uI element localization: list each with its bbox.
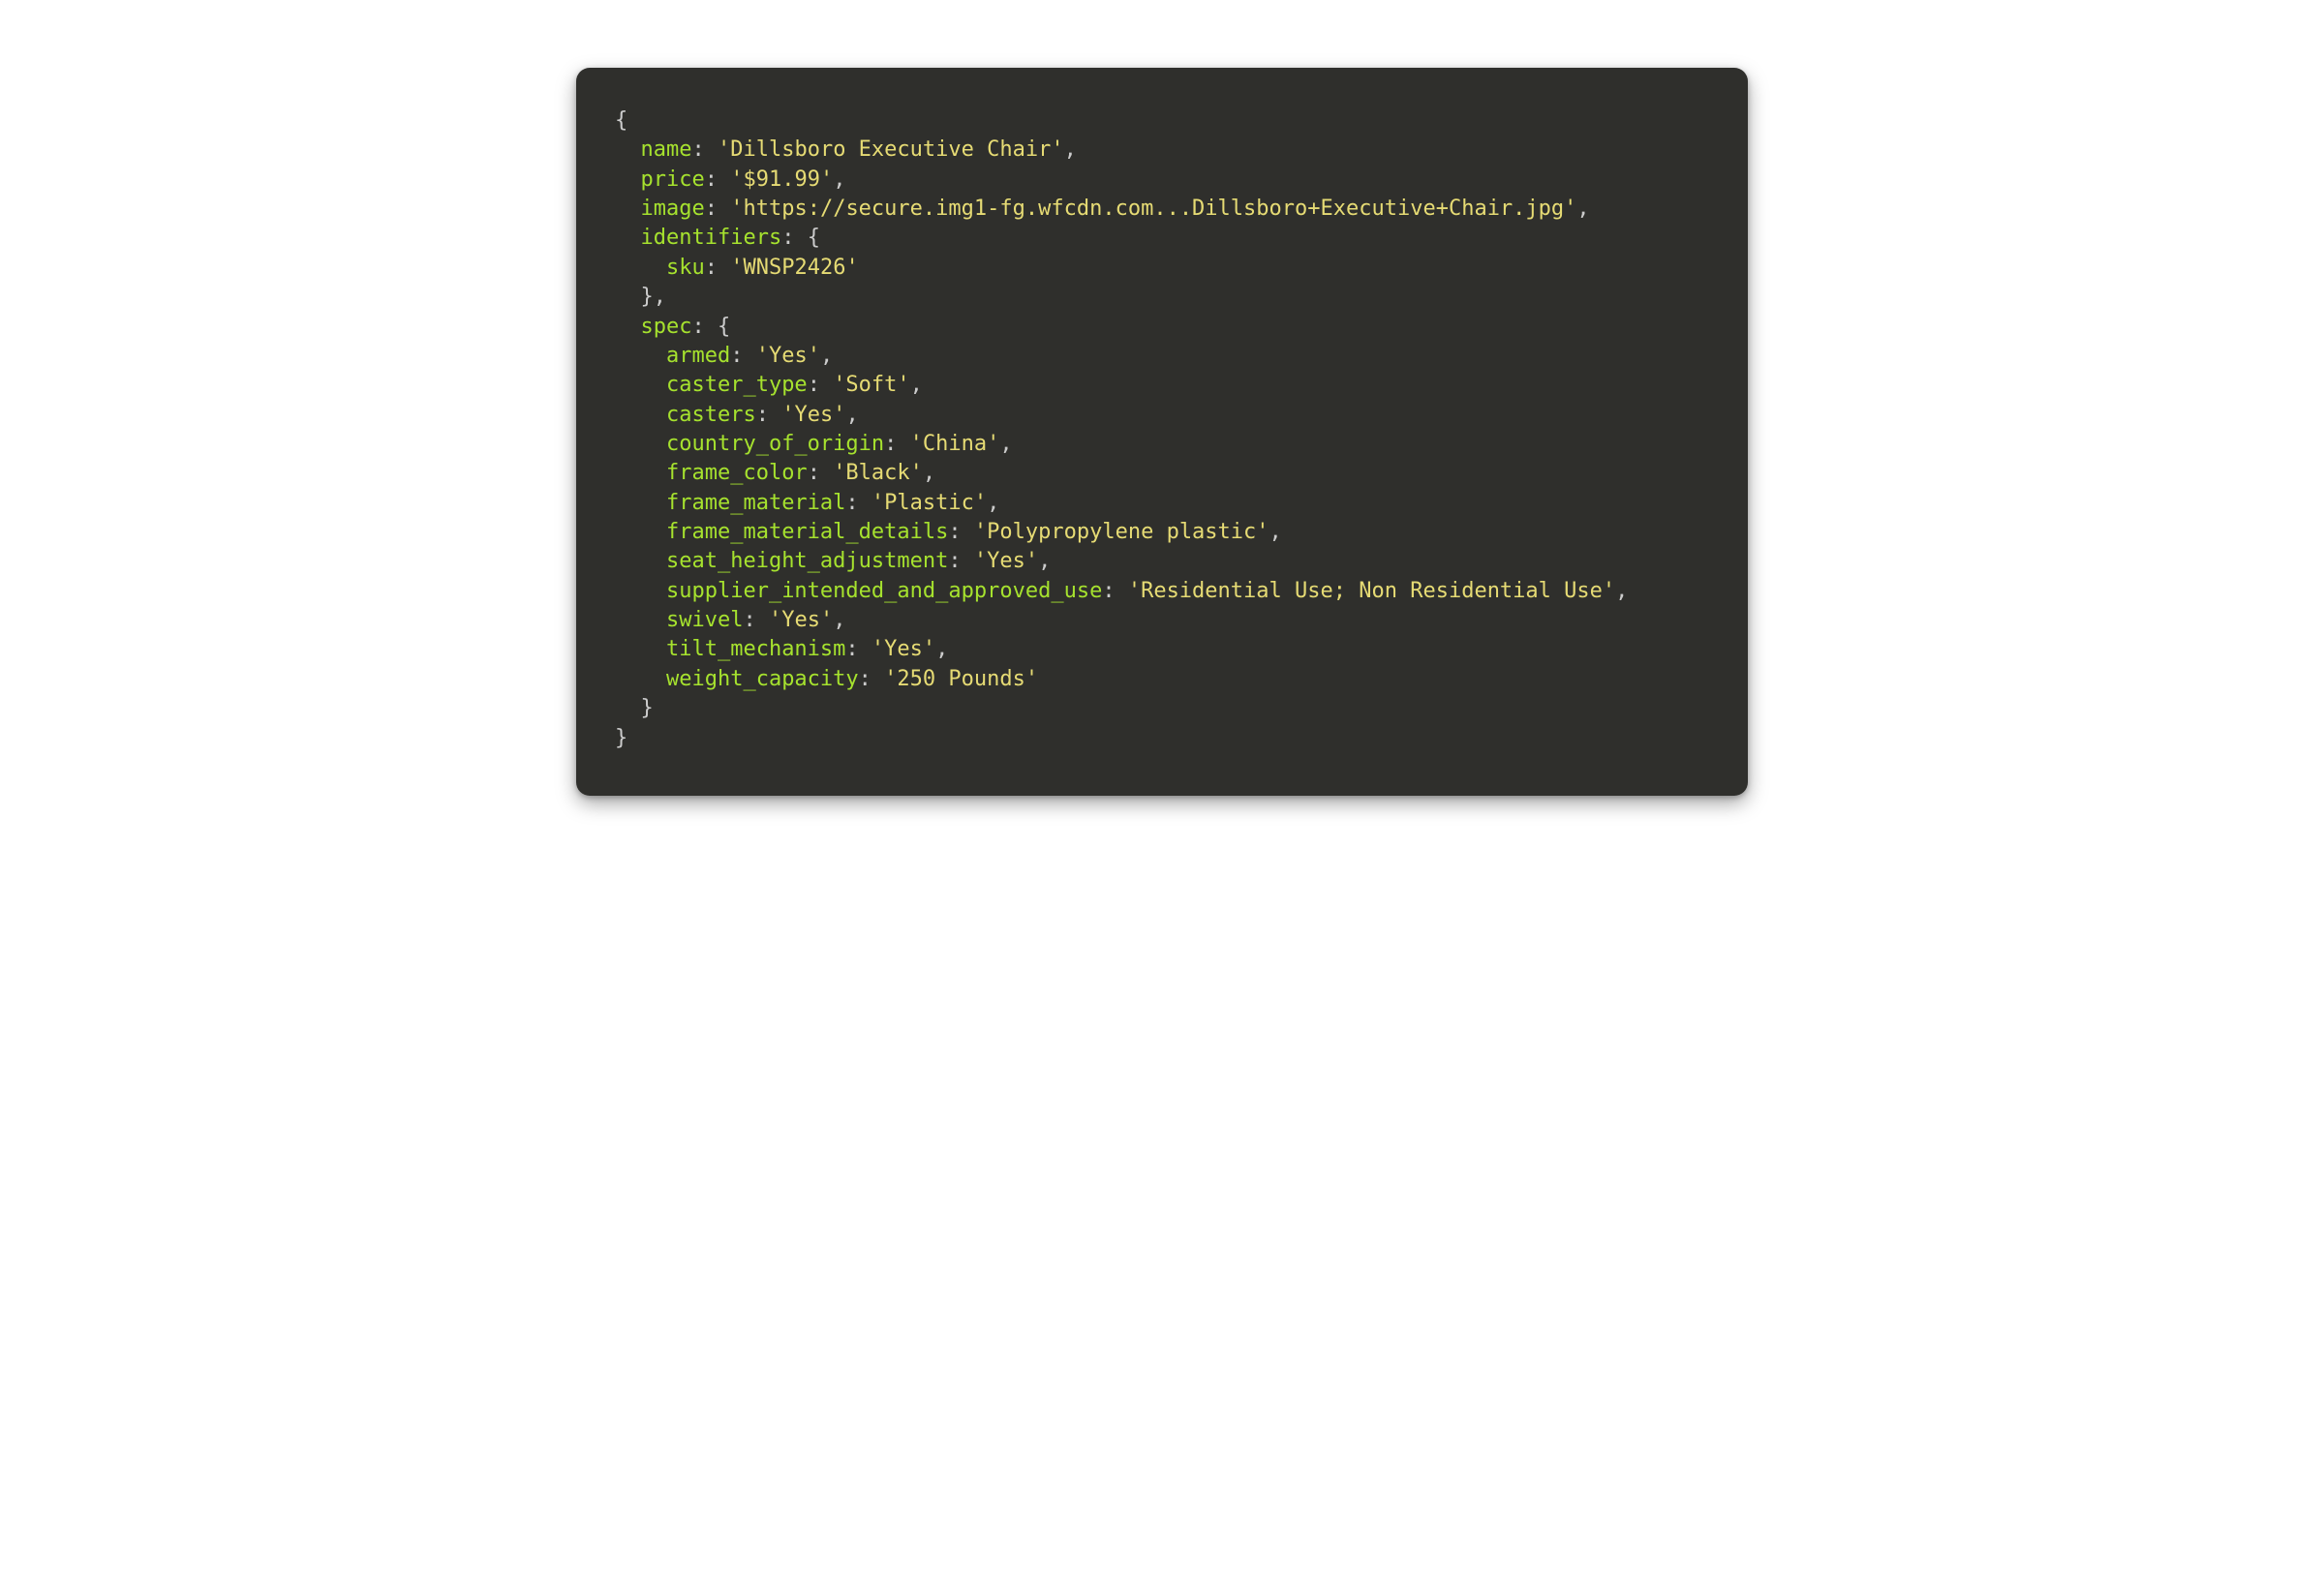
- code-key: sku: [666, 256, 705, 280]
- code-value: 'Plastic': [872, 491, 987, 515]
- code-key: caster_type: [666, 373, 808, 397]
- code-key: identifiers: [641, 226, 782, 250]
- code-key: swivel: [666, 608, 743, 632]
- code-value: 'Dillsboro Executive Chair': [718, 137, 1064, 162]
- code-line: spec: {: [615, 313, 1709, 342]
- code-line: caster_type: 'Soft',: [615, 371, 1709, 400]
- code-key: armed: [666, 344, 730, 368]
- code-line: {: [615, 106, 1709, 136]
- code-line: casters: 'Yes',: [615, 401, 1709, 430]
- code-line: tilt_mechanism: 'Yes',: [615, 635, 1709, 664]
- code-key: weight_capacity: [666, 667, 859, 691]
- code-line: name: 'Dillsboro Executive Chair',: [615, 136, 1709, 165]
- code-key: frame_material_details: [666, 520, 948, 544]
- code-value: '250 Pounds': [884, 667, 1038, 691]
- code-key: price: [641, 167, 705, 192]
- code-line: sku: 'WNSP2426': [615, 254, 1709, 283]
- code-value: 'WNSP2426': [730, 256, 858, 280]
- code-value: 'Yes': [769, 608, 833, 632]
- code-line: seat_height_adjustment: 'Yes',: [615, 547, 1709, 576]
- code-line: swivel: 'Yes',: [615, 606, 1709, 635]
- code-line: supplier_intended_and_approved_use: 'Res…: [615, 577, 1709, 606]
- code-value: 'Black': [833, 461, 923, 485]
- code-key: spec: [641, 315, 692, 339]
- code-line: country_of_origin: 'China',: [615, 430, 1709, 459]
- code-line: }: [615, 724, 1709, 753]
- code-value: 'Yes': [756, 344, 820, 368]
- code-key: casters: [666, 403, 756, 427]
- code-key: country_of_origin: [666, 432, 884, 456]
- code-key: seat_height_adjustment: [666, 549, 948, 573]
- code-value: 'Yes': [872, 637, 935, 661]
- code-line: },: [615, 283, 1709, 312]
- code-value: 'Yes': [974, 549, 1038, 573]
- code-key: frame_color: [666, 461, 808, 485]
- code-line: frame_color: 'Black',: [615, 459, 1709, 488]
- code-value: 'Soft': [833, 373, 909, 397]
- code-line: armed: 'Yes',: [615, 342, 1709, 371]
- code-line: image: 'https://secure.img1-fg.wfcdn.com…: [615, 195, 1709, 224]
- code-key: image: [641, 197, 705, 221]
- code-value: 'https://secure.img1-fg.wfcdn.com...Dill…: [730, 197, 1576, 221]
- code-value: 'Residential Use; Non Residential Use': [1128, 579, 1615, 603]
- code-line: frame_material_details: 'Polypropylene p…: [615, 518, 1709, 547]
- code-value: 'Yes': [781, 403, 845, 427]
- code-key: tilt_mechanism: [666, 637, 845, 661]
- code-line: weight_capacity: '250 Pounds': [615, 665, 1709, 694]
- code-line: frame_material: 'Plastic',: [615, 489, 1709, 518]
- code-value: '$91.99': [730, 167, 833, 192]
- code-value: 'Polypropylene plastic': [974, 520, 1269, 544]
- code-line: }: [615, 694, 1709, 723]
- code-key: frame_material: [666, 491, 845, 515]
- code-line: identifiers: {: [615, 224, 1709, 253]
- code-key: supplier_intended_and_approved_use: [666, 579, 1102, 603]
- code-block: { name: 'Dillsboro Executive Chair', pri…: [576, 68, 1748, 796]
- code-value: 'China': [910, 432, 1000, 456]
- code-key: name: [641, 137, 692, 162]
- code-line: price: '$91.99',: [615, 166, 1709, 195]
